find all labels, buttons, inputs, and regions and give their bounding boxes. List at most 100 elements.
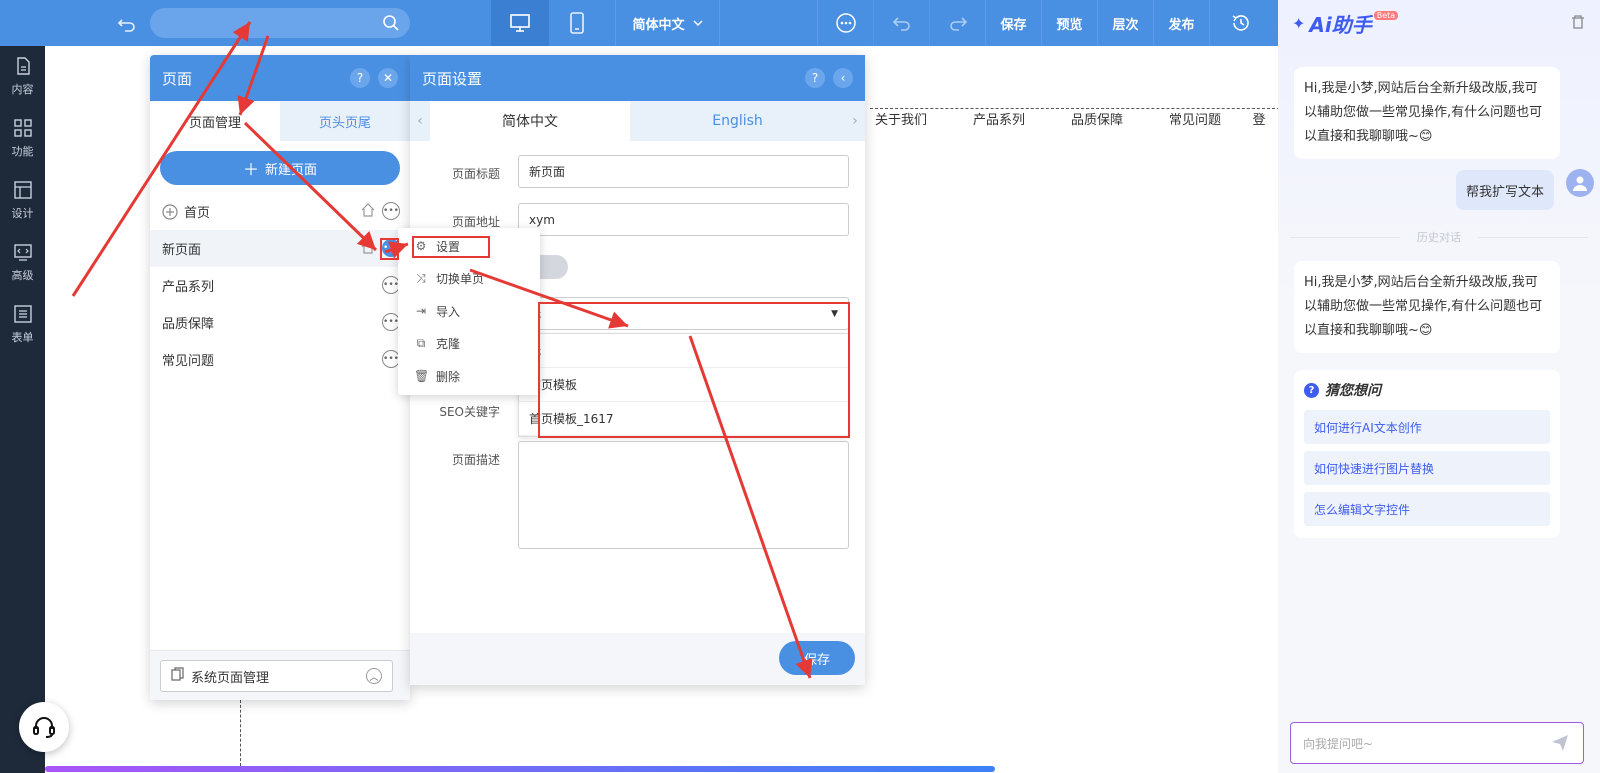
undo-icon[interactable] xyxy=(873,0,929,46)
publish-button[interactable]: 发布 xyxy=(1153,0,1209,46)
suggested-question[interactable]: 怎么编辑文字控件 xyxy=(1304,492,1550,526)
menu-item-settings[interactable]: ⚙ 设置 xyxy=(398,230,540,263)
template-option[interactable]: 无 xyxy=(519,334,848,368)
menu-item-delete[interactable]: 🗑 删除 xyxy=(398,360,540,393)
tab-prev-icon[interactable]: ‹ xyxy=(410,101,430,141)
ai-logo: Ai助手 xyxy=(1309,12,1372,37)
search-icon[interactable] xyxy=(382,14,400,36)
home-icon[interactable] xyxy=(360,239,376,259)
page-list-item[interactable]: 首页 ••• xyxy=(150,193,410,230)
add-circle-icon[interactable] xyxy=(162,203,178,220)
language-select[interactable]: 简体中文 xyxy=(615,0,720,46)
more-actions-icon[interactable]: ••• xyxy=(382,202,400,220)
sidebar-item-design[interactable]: 设计 xyxy=(0,170,45,232)
page-list-item[interactable]: 常见问题 ••• xyxy=(150,341,410,378)
tab-next-icon[interactable]: › xyxy=(845,101,865,141)
sidebar-item-advanced[interactable]: 高级 xyxy=(0,232,45,294)
site-nav: 关于我们 产品系列 品质保障 常见问题 登 xyxy=(852,109,1274,137)
settings-footer: 保存 xyxy=(410,633,865,685)
user-message: 帮我扩写文本 xyxy=(1455,170,1554,210)
collapse-left-icon[interactable]: ‹ xyxy=(833,68,853,88)
system-pages-label: 系统页面管理 xyxy=(191,670,270,686)
shuffle-icon: ⤨ xyxy=(416,271,426,286)
more-icon[interactable] xyxy=(817,0,873,46)
menu-item-label: 设置 xyxy=(436,239,461,254)
page-list-item[interactable]: 产品系列 ••• xyxy=(150,267,410,304)
tab-simplified-chinese[interactable]: 简体中文 xyxy=(430,101,630,141)
ai-input-placeholder: 向我提问吧~ xyxy=(1303,736,1374,751)
language-tabs: ‹ 简体中文 English › xyxy=(410,101,865,141)
clone-icon: ⧉ xyxy=(416,336,426,351)
page-panel: 页面 ? ✕ 页面管理 页头页尾 ＋ 新建页面 首页 ••• 新页面 ••• 产… xyxy=(150,55,410,700)
page-url-field[interactable]: xym xyxy=(518,203,849,236)
customer-support-icon[interactable] xyxy=(19,702,69,752)
sidebar-item-content[interactable]: 内容 xyxy=(0,46,45,108)
help-icon[interactable]: ? xyxy=(350,68,370,88)
mobile-view-icon[interactable] xyxy=(548,0,606,46)
caret-down-icon: ▼ xyxy=(831,308,838,319)
site-nav-item[interactable]: 关于我们 xyxy=(852,109,950,137)
seo-keywords-label: SEO关键字 xyxy=(439,405,500,419)
settings-header: 页面设置 ? ‹ xyxy=(410,55,865,101)
question-icon: ? xyxy=(1304,382,1319,398)
menu-item-switch-single[interactable]: ⤨ 切换单页 xyxy=(398,263,540,296)
suggested-question[interactable]: 如何快速进行图片替换 xyxy=(1304,451,1550,485)
desktop-view-icon[interactable] xyxy=(491,0,549,46)
help-icon[interactable]: ? xyxy=(805,68,825,88)
settings-title: 页面设置 xyxy=(422,69,483,88)
history-icon[interactable] xyxy=(1209,0,1271,46)
tab-english[interactable]: English xyxy=(630,101,845,141)
sidebar-item-label: 高级 xyxy=(11,269,34,282)
ai-message: Hi,我是小梦,网站后台全新升级改版,我可以辅助您做一些常见操作,有什么问题也可… xyxy=(1294,261,1560,353)
suggested-title-text: 猜您想问 xyxy=(1325,383,1381,399)
page-title-field[interactable]: 新页面 xyxy=(518,155,849,188)
site-nav-item[interactable]: 登 xyxy=(1244,109,1274,137)
page-context-menu: ⚙ 设置 ⤨ 切换单页 ⇥ 导入 ⧉ 克隆 🗑 删除 xyxy=(398,228,540,395)
search-input[interactable] xyxy=(150,8,410,38)
chevron-up-icon[interactable]: ︿ xyxy=(366,668,382,684)
home-icon[interactable] xyxy=(360,202,376,222)
save-button[interactable]: 保存 xyxy=(985,0,1041,46)
undo-history-icon[interactable] xyxy=(116,12,138,34)
page-panel-tabs: 页面管理 页头页尾 xyxy=(150,101,410,141)
template-dropdown: 无 首页模板 首页模板_1617 xyxy=(518,333,849,437)
site-nav-item[interactable]: 品质保障 xyxy=(1048,109,1146,137)
template-option[interactable]: 首页模板_1617 xyxy=(519,402,848,436)
page-list-item[interactable]: 品质保障 ••• xyxy=(150,304,410,341)
close-icon[interactable]: ✕ xyxy=(378,68,398,88)
page-name: 产品系列 xyxy=(162,280,215,295)
site-nav-item[interactable]: 常见问题 xyxy=(1146,109,1244,137)
grid-icon xyxy=(13,119,32,140)
suggested-question[interactable]: 如何进行AI文本创作 xyxy=(1304,410,1550,444)
preview-button[interactable]: 预览 xyxy=(1041,0,1097,46)
sidebar-item-function[interactable]: 功能 xyxy=(0,108,45,170)
page-name: 首页 xyxy=(184,206,211,221)
page-description-field[interactable] xyxy=(518,441,849,549)
menu-item-clone[interactable]: ⧉ 克隆 xyxy=(398,328,540,361)
tab-page-management[interactable]: 页面管理 xyxy=(150,101,280,141)
trash-icon[interactable] xyxy=(1570,14,1586,34)
template-select[interactable]: 无 ▼ xyxy=(518,297,849,330)
menu-item-import[interactable]: ⇥ 导入 xyxy=(398,295,540,328)
send-icon[interactable] xyxy=(1551,734,1569,755)
layers-button[interactable]: 层次 xyxy=(1097,0,1153,46)
page-list-item-selected[interactable]: 新页面 ••• xyxy=(150,230,410,267)
template-option[interactable]: 首页模板 xyxy=(519,368,848,402)
menu-item-label: 克隆 xyxy=(436,337,461,352)
document-icon xyxy=(14,57,32,78)
new-page-button[interactable]: ＋ 新建页面 xyxy=(160,151,400,185)
sparkle-icon: ✦ xyxy=(1292,13,1306,33)
ai-message: Hi,我是小梦,网站后台全新升级改版,我可以辅助您做一些常见操作,有什么问题也可… xyxy=(1294,67,1560,159)
suggested-questions: ? 猜您想问 如何进行AI文本创作 如何快速进行图片替换 怎么编辑文字控件 xyxy=(1294,370,1560,538)
sidebar-item-form[interactable]: 表单 xyxy=(0,294,45,356)
avatar xyxy=(1566,169,1594,197)
site-nav-item[interactable]: 产品系列 xyxy=(950,109,1048,137)
page-panel-footer: 系统页面管理 ︿ xyxy=(150,650,410,700)
redo-icon[interactable] xyxy=(929,0,985,46)
top-toolbar: 简体中文 保存 预览 层次 发布 xyxy=(0,0,1278,46)
ai-question-input[interactable]: 向我提问吧~ xyxy=(1290,722,1584,764)
save-settings-button[interactable]: 保存 xyxy=(779,641,855,675)
tab-header-footer[interactable]: 页头页尾 xyxy=(280,101,410,141)
system-pages-button[interactable]: 系统页面管理 ︿ xyxy=(160,660,393,692)
new-page-label: 新建页面 xyxy=(265,162,318,178)
